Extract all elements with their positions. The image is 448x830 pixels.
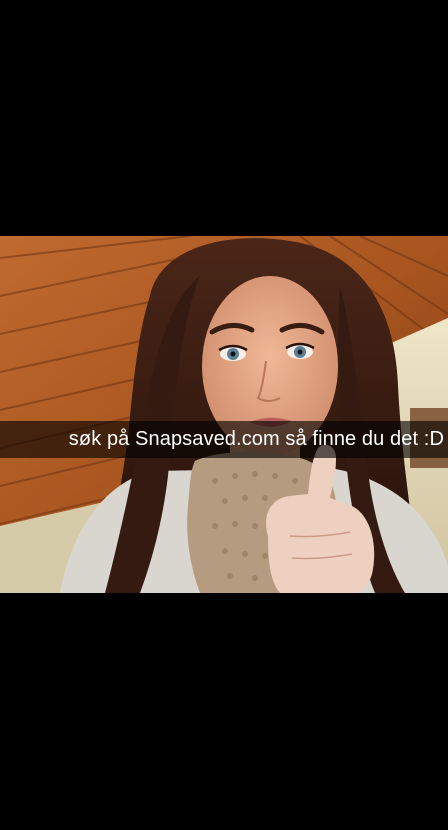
selfie-photo: [0, 236, 448, 593]
caption-bar[interactable]: søk på Snapsaved.com så finne du det :D: [0, 421, 448, 458]
snap-viewer[interactable]: søk på Snapsaved.com så finne du det :D: [0, 0, 448, 830]
caption-text: søk på Snapsaved.com så finne du det :D: [68, 428, 444, 450]
